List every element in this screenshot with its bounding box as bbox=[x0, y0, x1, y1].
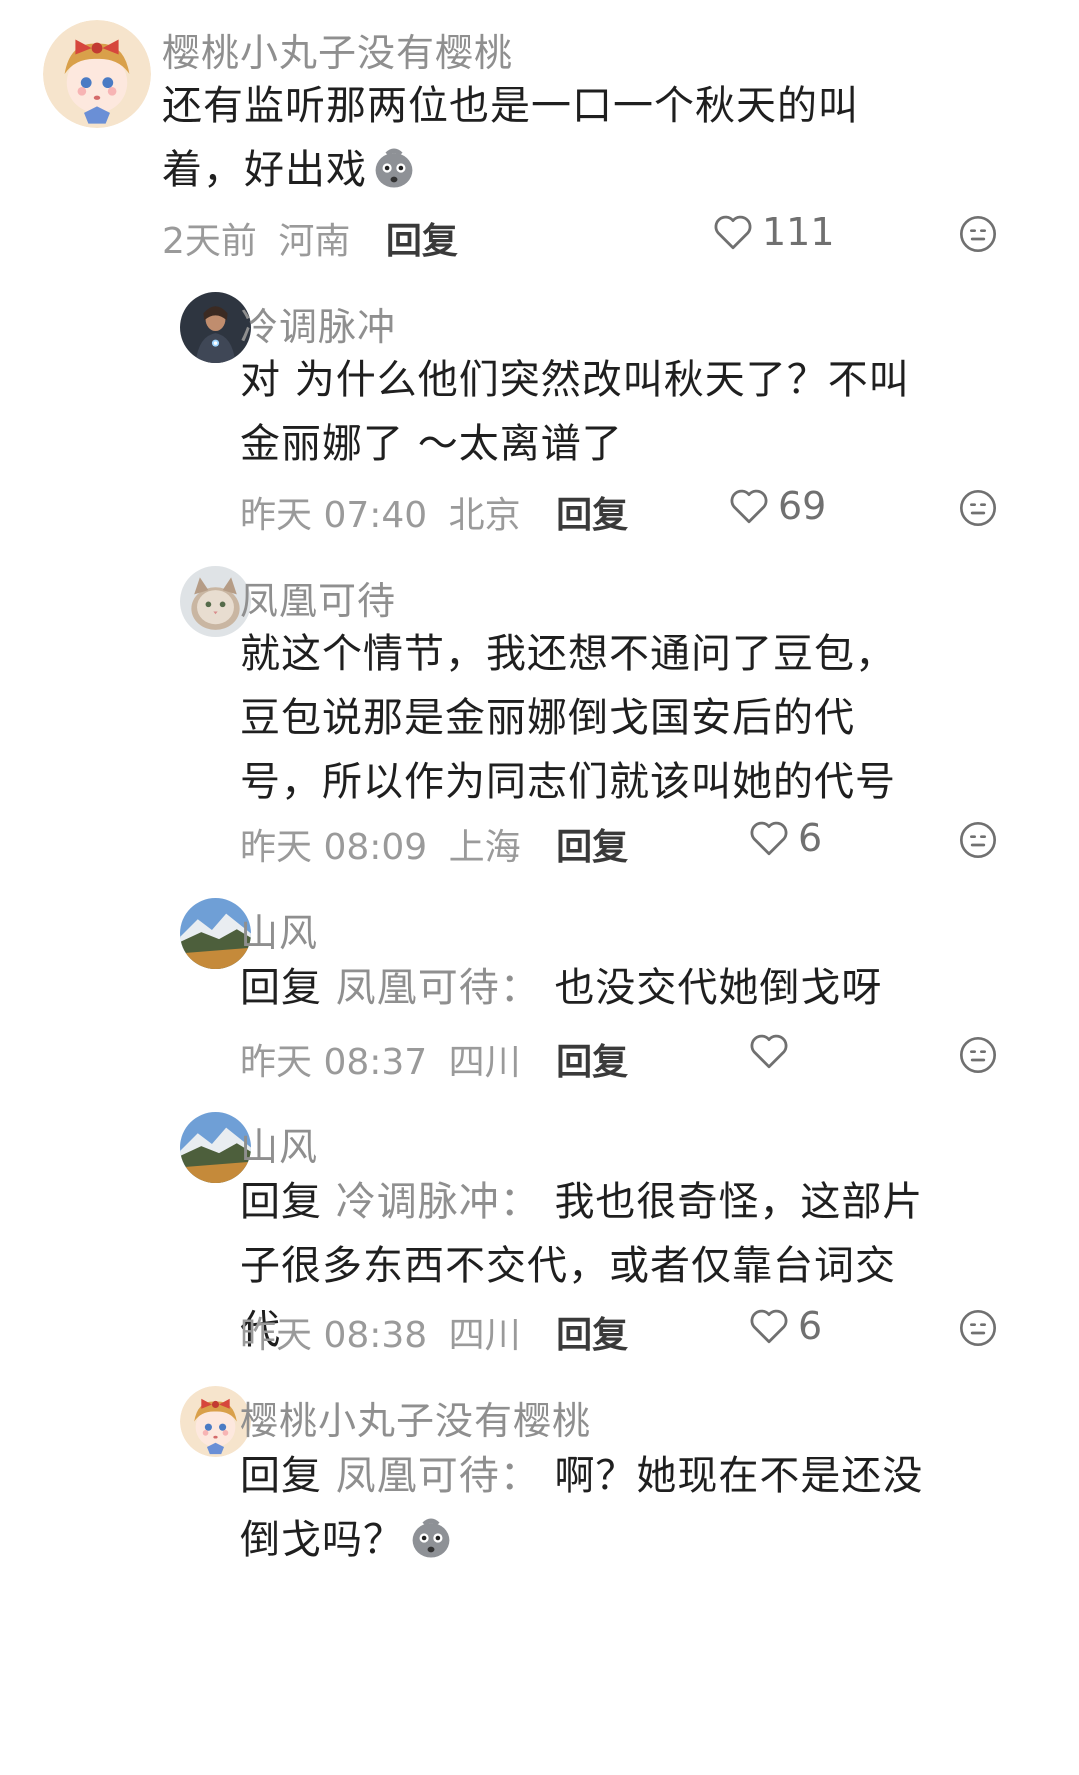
emoji-face-icon[interactable] bbox=[958, 1308, 998, 1348]
like-button[interactable] bbox=[748, 1031, 798, 1071]
reply-button[interactable]: 回复 bbox=[556, 1315, 628, 1356]
comment-time: 昨天 08:37 bbox=[240, 1042, 428, 1083]
reply-button[interactable]: 回复 bbox=[386, 221, 458, 262]
user-name[interactable]: 山风 bbox=[240, 902, 318, 957]
comment-meta: 昨天 08:38 四川 回复 bbox=[240, 1306, 628, 1358]
comment-text: 回复 凤凰可待： 啊？她现在不是还没倒戈吗？ bbox=[240, 1444, 930, 1572]
comment-meta: 昨天 08:37 四川 回复 bbox=[240, 1033, 628, 1085]
user-name[interactable]: 樱桃小丸子没有樱桃 bbox=[162, 22, 513, 77]
like-button[interactable]: 6 bbox=[748, 1304, 822, 1348]
emoji-face-icon[interactable] bbox=[958, 488, 998, 528]
comment-text: 还有监听那两位也是一口一个秋天的叫着，好出戏 bbox=[162, 74, 922, 202]
comment-meta: 昨天 07:40 北京 回复 bbox=[240, 486, 628, 538]
comment-location: 四川 bbox=[448, 1042, 521, 1083]
like-count: 69 bbox=[778, 484, 827, 528]
reply-button[interactable]: 回复 bbox=[556, 827, 628, 868]
user-name[interactable]: 冷调脉冲 bbox=[240, 296, 396, 351]
shocked-blob-emoji bbox=[412, 1518, 450, 1558]
reply-target[interactable]: 凤凰可待： bbox=[336, 965, 541, 1011]
comment-time: 2天前 bbox=[162, 221, 257, 262]
like-button[interactable]: 69 bbox=[728, 484, 826, 528]
user-name[interactable]: 山风 bbox=[240, 1116, 318, 1171]
like-button[interactable]: 6 bbox=[748, 816, 822, 860]
reply-button[interactable]: 回复 bbox=[556, 495, 628, 536]
like-count: 6 bbox=[798, 816, 823, 860]
comment-location: 北京 bbox=[448, 495, 521, 536]
heart-outline-icon bbox=[730, 489, 768, 524]
like-count: 111 bbox=[762, 210, 835, 254]
comment-time: 昨天 08:09 bbox=[240, 827, 428, 868]
user-name[interactable]: 凤凰可待 bbox=[240, 570, 396, 625]
comment-meta: 昨天 08:09 上海 回复 bbox=[240, 818, 628, 870]
comment-text: 就这个情节，我还想不通问了豆包，豆包说那是金丽娜倒戈国安后的代号，所以作为同志们… bbox=[240, 631, 896, 805]
emoji-face-icon[interactable] bbox=[958, 214, 998, 254]
like-button[interactable]: 111 bbox=[712, 210, 835, 254]
comment-text-content: 也没交代她倒戈呀 bbox=[554, 965, 883, 1011]
reply-prefix: 回复 bbox=[240, 965, 322, 1011]
comment-text: 回复 凤凰可待： 也没交代她倒戈呀 bbox=[240, 956, 930, 1020]
heart-outline-icon bbox=[714, 215, 752, 250]
comment-text-content: 还有监听那两位也是一口一个秋天的叫着，好出戏 bbox=[162, 83, 859, 193]
comment-location: 上海 bbox=[448, 827, 521, 868]
heart-outline-icon bbox=[750, 1034, 788, 1069]
comment-meta: 2天前 河南 回复 bbox=[162, 212, 458, 264]
heart-outline-icon bbox=[750, 1309, 788, 1344]
comment-location: 四川 bbox=[448, 1315, 521, 1356]
shocked-blob-emoji bbox=[375, 148, 413, 188]
reply-prefix: 回复 bbox=[240, 1179, 322, 1225]
comment-text: 对 为什么他们突然改叫秋天了？不叫金丽娜了 ～太离谱了 bbox=[240, 357, 910, 467]
user-avatar[interactable] bbox=[43, 20, 151, 128]
comment-time: 昨天 08:38 bbox=[240, 1315, 428, 1356]
comment-location: 河南 bbox=[278, 221, 351, 262]
reply-target[interactable]: 冷调脉冲： bbox=[336, 1179, 541, 1225]
comment-time: 昨天 07:40 bbox=[240, 495, 428, 536]
reply-prefix: 回复 bbox=[240, 1453, 322, 1499]
reply-button[interactable]: 回复 bbox=[556, 1042, 628, 1083]
emoji-face-icon[interactable] bbox=[958, 820, 998, 860]
reply-target[interactable]: 凤凰可待： bbox=[336, 1453, 541, 1499]
emoji-face-icon[interactable] bbox=[958, 1035, 998, 1075]
heart-outline-icon bbox=[750, 821, 788, 856]
user-name[interactable]: 樱桃小丸子没有樱桃 bbox=[240, 1390, 591, 1445]
like-count: 6 bbox=[798, 1304, 823, 1348]
